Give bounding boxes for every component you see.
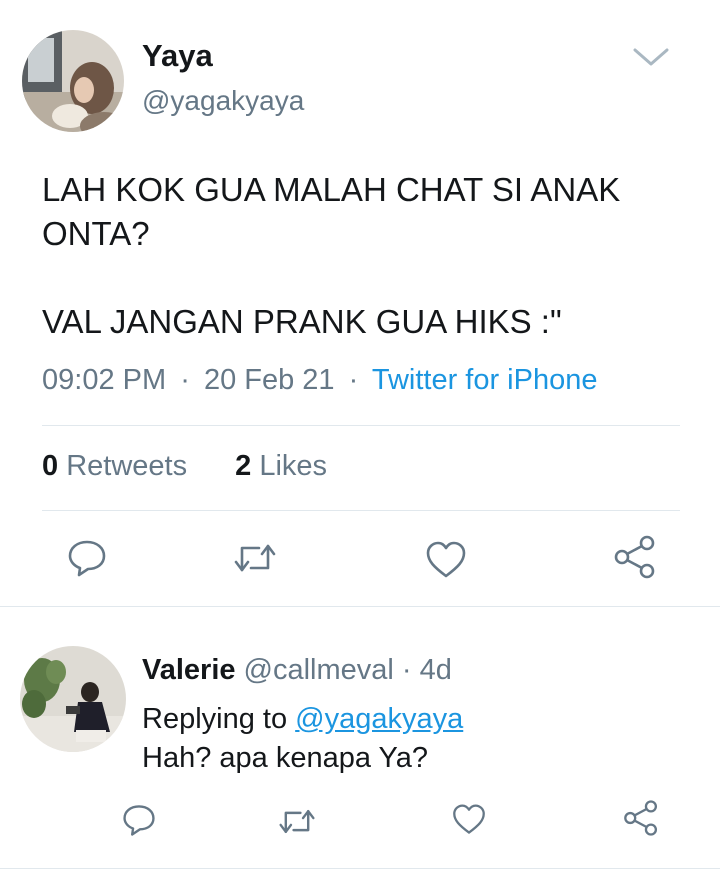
author-name[interactable]: Yaya (142, 38, 213, 74)
meta-separator: · (180, 364, 190, 396)
tweet-text-line: ONTA? (42, 215, 150, 252)
reply-author-name[interactable]: Valerie (142, 654, 236, 686)
likes-stat[interactable]: 2 Likes (235, 450, 327, 482)
replying-to-mention[interactable]: @yagakyaya (295, 703, 463, 735)
retweets-stat[interactable]: 0 Retweets (42, 450, 187, 482)
divider (42, 425, 680, 426)
author-avatar[interactable] (22, 30, 124, 132)
divider (42, 510, 680, 511)
reply-author-avatar[interactable] (20, 646, 126, 752)
tweet-meta: 09:02 PM · 20 Feb 21 · Twitter for iPhon… (42, 364, 597, 397)
retweet-icon[interactable] (278, 806, 316, 837)
tweet-date: 20 Feb 21 (203, 364, 335, 396)
retweets-count: 0 (42, 450, 59, 482)
tweet-time: 09:02 PM (42, 364, 167, 396)
reply-author-handle[interactable]: @callmeval (244, 654, 394, 686)
reply-icon[interactable] (121, 803, 157, 837)
reply-icon[interactable] (66, 538, 108, 578)
tweet-stats: 0 Retweets 2 Likes (42, 450, 327, 483)
meta-separator: · (348, 364, 359, 396)
divider (0, 868, 720, 869)
heart-icon[interactable] (424, 540, 468, 580)
likes-label: Likes (259, 450, 328, 482)
reply-separator: · (401, 654, 412, 686)
likes-count: 2 (235, 450, 252, 482)
retweet-icon[interactable] (233, 540, 277, 576)
tweet-detail-page: Yaya @yagakyaya LAH KOK GUA MALAH CHAT S… (0, 0, 720, 872)
heart-icon[interactable] (451, 803, 487, 836)
reply-age: 4d (419, 654, 452, 686)
tweet-text-line: LAH KOK GUA MALAH CHAT SI ANAK (42, 171, 621, 208)
author-handle[interactable]: @yagakyaya (142, 85, 304, 117)
tweet-text-line: VAL JANGAN PRANK GUA HIKS :" (42, 303, 562, 340)
divider (0, 606, 720, 607)
replying-to-label: Replying to (142, 703, 288, 735)
share-icon[interactable] (622, 799, 660, 837)
tweet-source-link[interactable]: Twitter for iPhone (372, 364, 598, 396)
reply-text: Hah? apa kenapa Ya? (142, 742, 428, 774)
replying-to-line: Replying to @yagakyaya (142, 703, 463, 736)
tweet-text: LAH KOK GUA MALAH CHAT SI ANAK ONTA? VAL… (42, 168, 692, 344)
share-icon[interactable] (612, 534, 658, 580)
reply-header: Valerie @callmeval · 4d (142, 654, 452, 687)
retweets-label: Retweets (66, 450, 188, 482)
chevron-down-icon[interactable] (632, 44, 670, 70)
